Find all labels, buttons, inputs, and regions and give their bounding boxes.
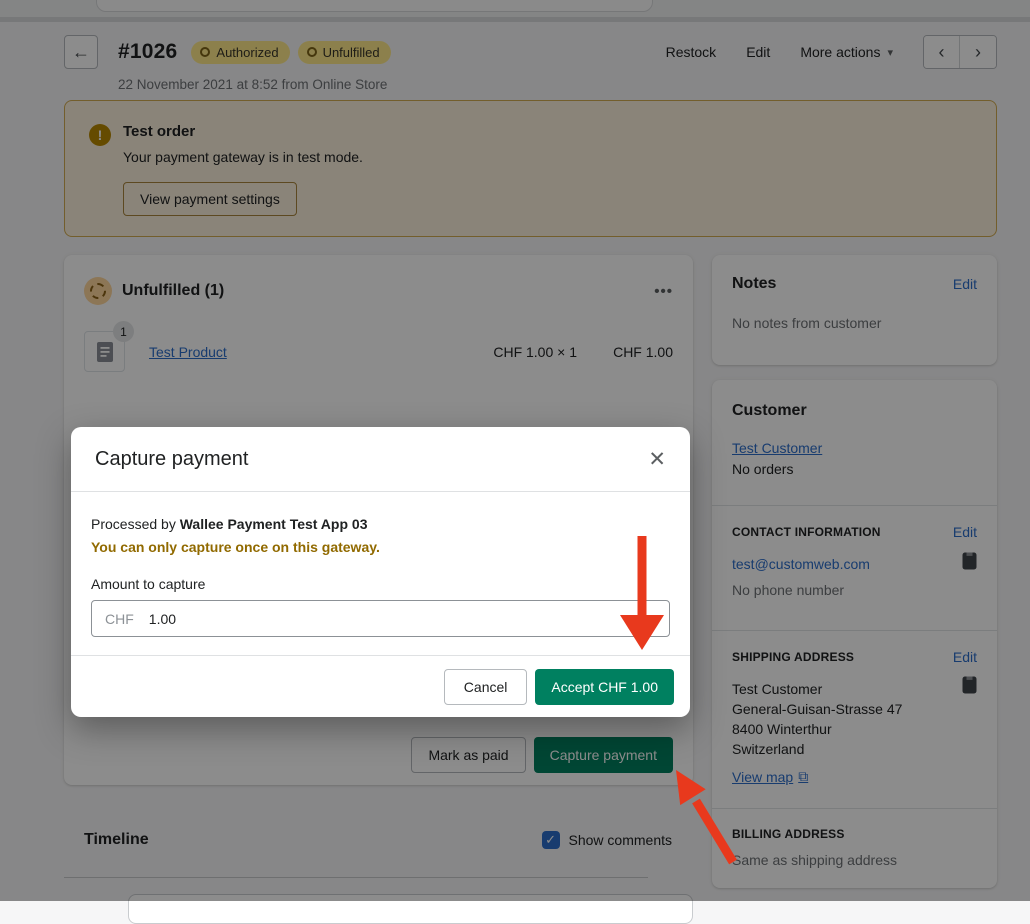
processed-by-prefix: Processed by (91, 516, 180, 532)
gateway-warning-text: You can only capture once on this gatewa… (91, 539, 670, 555)
modal-title: Capture payment (95, 448, 248, 471)
modal-footer: Cancel Accept CHF 1.00 (71, 655, 690, 717)
amount-field: CHF (91, 600, 670, 637)
amount-to-capture-label: Amount to capture (91, 576, 670, 592)
currency-prefix: CHF (105, 611, 134, 627)
amount-input[interactable] (149, 611, 656, 627)
modal-header: Capture payment ✕ (71, 427, 690, 492)
modal-body: Processed by Wallee Payment Test App 03 … (71, 492, 690, 637)
cancel-button[interactable]: Cancel (444, 669, 528, 705)
close-icon: ✕ (648, 448, 666, 471)
close-modal-button[interactable]: ✕ (648, 447, 666, 472)
accept-capture-button[interactable]: Accept CHF 1.00 (535, 669, 674, 705)
gateway-name: Wallee Payment Test App 03 (180, 516, 368, 532)
processed-by-line: Processed by Wallee Payment Test App 03 (91, 516, 670, 532)
capture-payment-modal: Capture payment ✕ Processed by Wallee Pa… (71, 427, 690, 717)
